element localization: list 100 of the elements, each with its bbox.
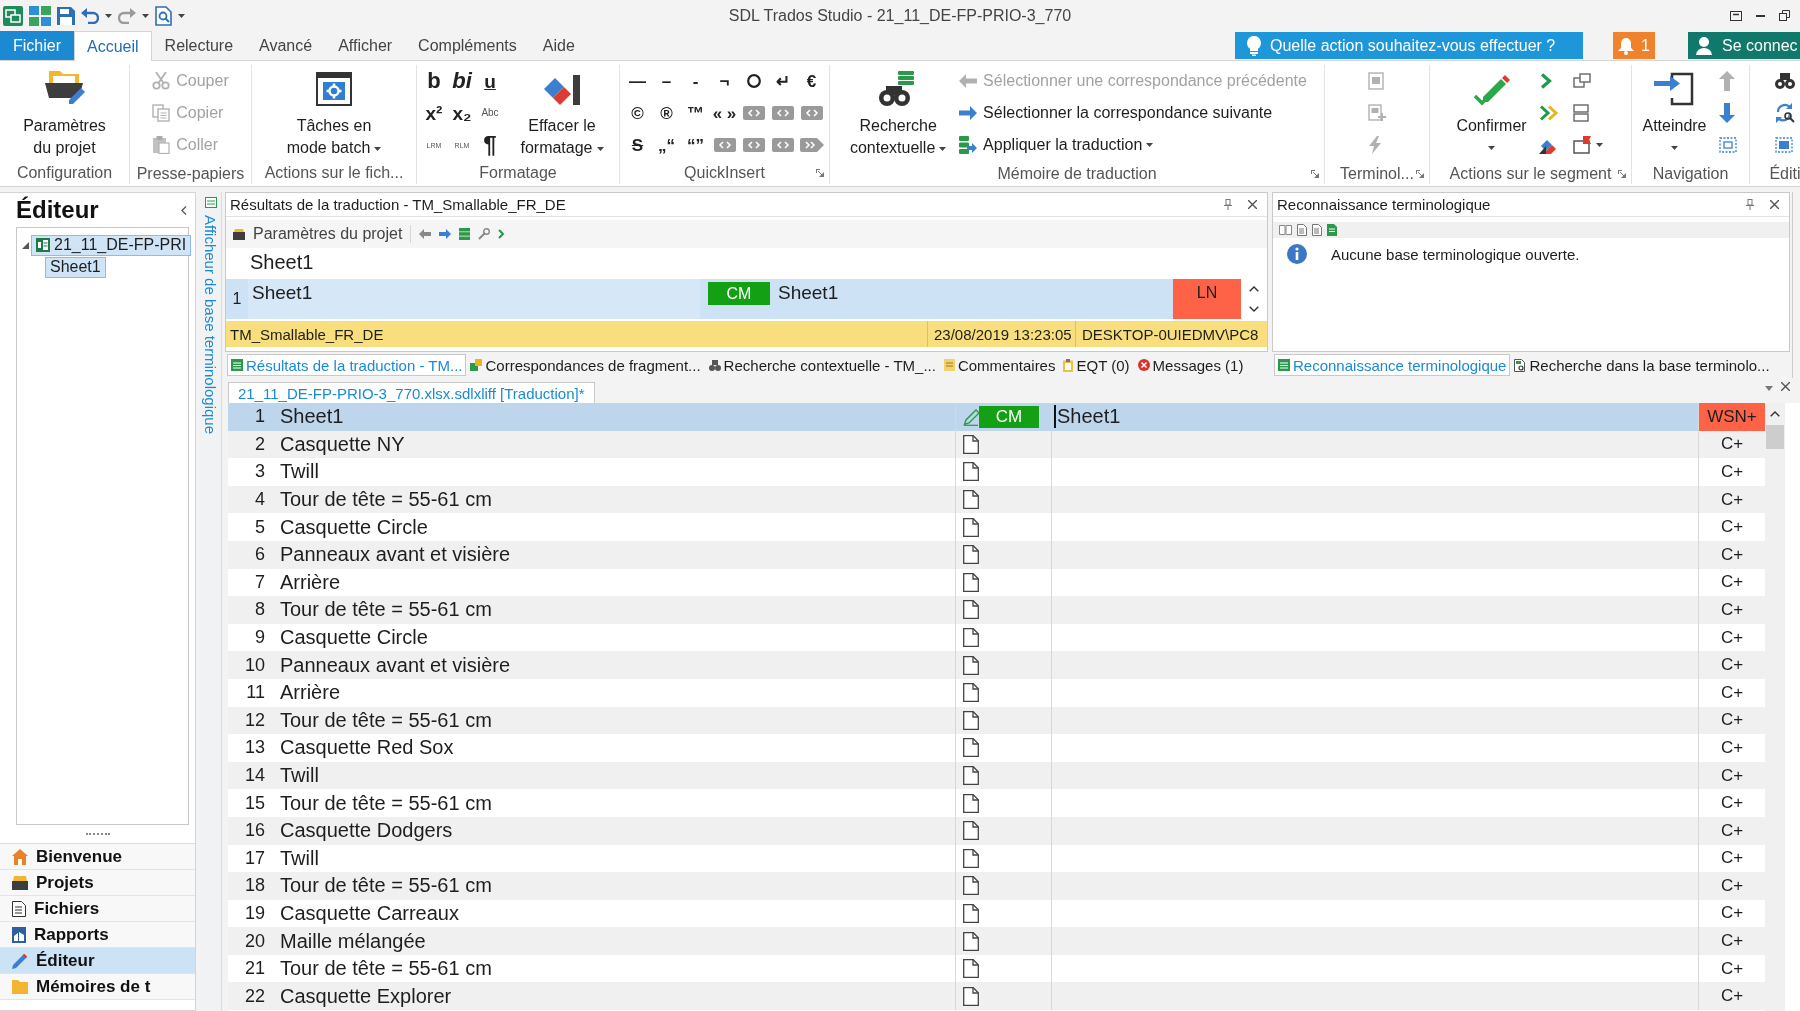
- app-icon[interactable]: [3, 5, 23, 26]
- panel-tab[interactable]: Recherche contextuelle - TM_...: [704, 354, 940, 376]
- redo-icon[interactable]: [118, 7, 136, 24]
- segment-row[interactable]: 14 Twill C+: [228, 761, 1765, 790]
- right-arrow-icon[interactable]: [439, 229, 452, 239]
- pin-icon[interactable]: [1746, 199, 1754, 210]
- view-button[interactable]: Fichiers: [0, 896, 195, 922]
- page-icon[interactable]: [1327, 224, 1337, 236]
- segment-row[interactable]: 6 Panneaux avant et visière C+: [228, 540, 1765, 569]
- document-tab[interactable]: 21_11_DE-FP-PRIO-3_770.xlsx.sdlxliff [Traduction]*: [228, 382, 595, 403]
- caret-icon[interactable]: [105, 13, 112, 18]
- ribbon-tab[interactable]: Afficher: [325, 31, 406, 60]
- tag-arrow-icon[interactable]: [799, 138, 824, 152]
- chevron-icon[interactable]: [498, 229, 506, 239]
- table-icon[interactable]: [204, 197, 217, 208]
- symbol-button[interactable]: ©: [631, 104, 644, 122]
- segment-row[interactable]: 20 Maille mélangée C+: [228, 927, 1765, 955]
- caret-icon[interactable]: [142, 13, 149, 18]
- ribbon-tab[interactable]: Compléments: [405, 31, 530, 60]
- scrollbar[interactable]: [1765, 403, 1785, 1011]
- splitter-handle[interactable]: [85, 832, 110, 836]
- tag-icon[interactable]: [771, 106, 794, 120]
- tag-icon[interactable]: [742, 106, 765, 120]
- view-button[interactable]: Bienvenue: [0, 844, 195, 870]
- segment-row[interactable]: 2 Casquette NY C+: [228, 430, 1765, 459]
- window-box-icon[interactable]: [1730, 10, 1742, 21]
- ribbon-tab[interactable]: Fichier: [0, 31, 74, 60]
- panel-tab[interactable]: Messages (1): [1133, 354, 1248, 376]
- tag-icon[interactable]: [713, 138, 736, 152]
- symbol-button[interactable]: « »: [712, 104, 737, 122]
- arrows-magnifier-icon[interactable]: [1775, 103, 1795, 123]
- segment-row[interactable]: 22 Casquette Explorer C+: [228, 982, 1765, 1011]
- symbol-button[interactable]: €: [806, 72, 817, 90]
- rows-icon[interactable]: [1572, 104, 1589, 122]
- chevron-left-icon[interactable]: [181, 205, 187, 215]
- ribbon-tab[interactable]: Aide: [529, 31, 588, 60]
- tree-item[interactable]: Sheet1: [45, 256, 106, 278]
- close-icon[interactable]: [1770, 200, 1779, 209]
- tag-icon[interactable]: [771, 138, 794, 152]
- panel-tab[interactable]: EQT (0): [1059, 354, 1134, 376]
- symbol-button[interactable]: —: [629, 72, 646, 90]
- panel-tab[interactable]: Correspondances de fragment...: [466, 354, 705, 376]
- down-arrow-icon[interactable]: [1718, 103, 1735, 123]
- panel-tab[interactable]: Reconnaissance terminologique: [1274, 354, 1511, 376]
- format-button[interactable]: bi: [452, 70, 472, 92]
- magnifier-icon[interactable]: [478, 228, 491, 240]
- pin-icon[interactable]: [1224, 199, 1232, 210]
- dotted-box-icon[interactable]: [1718, 137, 1737, 153]
- format-button[interactable]: x₂: [452, 103, 472, 123]
- sign-in-button[interactable]: Se connec: [1688, 32, 1800, 59]
- tag-icon[interactable]: [742, 138, 765, 152]
- symbol-button[interactable]: -: [692, 72, 699, 90]
- format-button[interactable]: ¶: [483, 133, 497, 157]
- corner-arrow-icon[interactable]: [816, 169, 824, 178]
- ribbon-tab[interactable]: Accueil: [74, 31, 152, 61]
- corner-arrow-icon[interactable]: [1311, 169, 1319, 178]
- tiles-icon[interactable]: [29, 5, 51, 26]
- ribbon-button[interactable]: Effacer le formatage: [508, 65, 616, 159]
- view-button[interactable]: Rapports: [0, 922, 195, 948]
- windows-icon[interactable]: [1572, 73, 1591, 89]
- double-chevron-icon[interactable]: [1538, 105, 1559, 121]
- book-icon[interactable]: [1279, 225, 1292, 235]
- left-arrow-icon[interactable]: [419, 229, 432, 239]
- chevron-icon[interactable]: [1538, 73, 1553, 89]
- symbol-button[interactable]: ¬: [719, 72, 730, 90]
- symbol-button[interactable]: –: [661, 72, 672, 90]
- view-button[interactable]: Éditeur: [0, 948, 195, 974]
- segment-row[interactable]: 1 Sheet1 CM Sheet1 WSN+: [228, 403, 1765, 431]
- chevron-down-icon[interactable]: [1249, 306, 1259, 312]
- corner-arrow-icon[interactable]: [1618, 169, 1626, 178]
- settings-dropdown[interactable]: Paramètres du projet: [232, 225, 412, 243]
- ribbon-button[interactable]: Tâches en mode batch: [280, 65, 388, 159]
- segment-row[interactable]: 12 Tour de tête = 55-61 cm C+: [228, 706, 1765, 735]
- stack-icon[interactable]: [459, 228, 471, 240]
- restore-icon[interactable]: [1779, 10, 1790, 21]
- format-button[interactable]: Abc: [481, 108, 499, 118]
- ribbon-button[interactable]: Atteindre: [1639, 65, 1710, 150]
- segment-row[interactable]: 10 Panneaux avant et visière C+: [228, 651, 1765, 679]
- symbol-button[interactable]: „“: [658, 136, 675, 154]
- ribbon-tab[interactable]: Relecture: [151, 31, 247, 60]
- close-icon[interactable]: [1248, 200, 1257, 209]
- segment-row[interactable]: 16 Casquette Dodgers C+: [228, 816, 1765, 845]
- ribbon-button[interactable]: Appliquer la traduction: [956, 129, 1310, 161]
- ribbon-tab[interactable]: Avancé: [246, 31, 326, 60]
- undo-icon[interactable]: [81, 7, 99, 24]
- filled-dotted-box-icon[interactable]: [1775, 137, 1793, 153]
- segment-row[interactable]: 18 Tour de tête = 55-61 cm C+: [228, 872, 1765, 900]
- close-icon[interactable]: [1781, 382, 1790, 391]
- symbol-button[interactable]: ™: [687, 104, 704, 122]
- symbol-button[interactable]: ®: [660, 104, 673, 122]
- minimize-icon[interactable]: [1756, 14, 1765, 17]
- ribbon-button[interactable]: Confirmer: [1453, 65, 1530, 150]
- caret-icon[interactable]: [178, 13, 185, 18]
- expand-triangle-icon[interactable]: [22, 241, 29, 249]
- chevron-up-icon[interactable]: [1249, 286, 1259, 292]
- segment-row[interactable]: 4 Tour de tête = 55-61 cm C+: [228, 485, 1765, 514]
- page-icon[interactable]: [1312, 224, 1322, 236]
- panel-tab[interactable]: Recherche dans la base terminolo...: [1510, 354, 1774, 376]
- tag-icon[interactable]: [800, 106, 823, 120]
- view-button[interactable]: Projets: [0, 870, 195, 896]
